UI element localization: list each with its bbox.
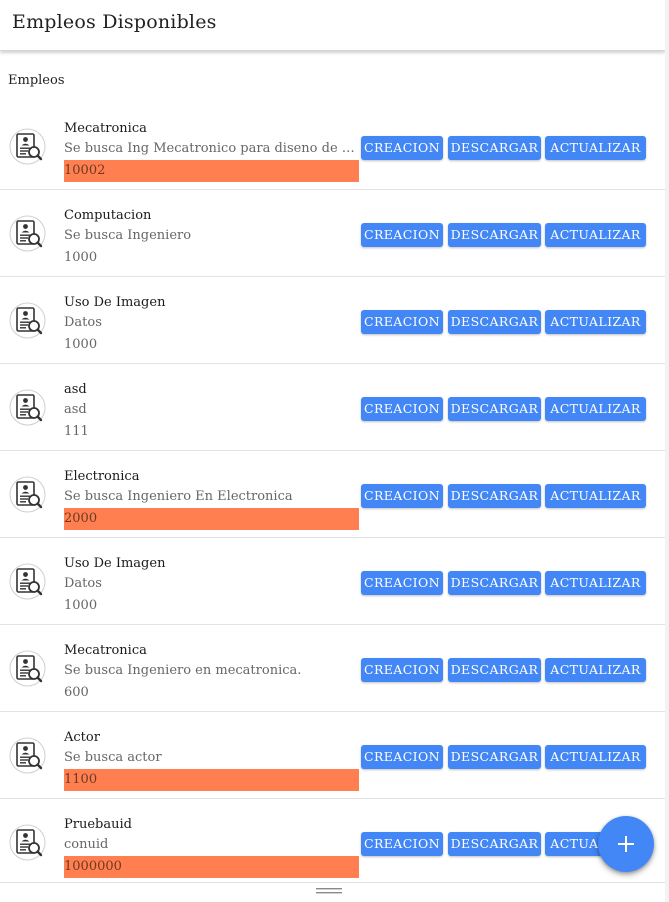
job-title: Electronica — [64, 469, 140, 484]
creacion-button[interactable]: CREACION — [361, 223, 443, 247]
list-item[interactable]: Actor Se busca actor 1100 CREACION DESCA… — [0, 712, 665, 799]
creacion-button[interactable]: CREACION — [361, 136, 443, 160]
actualizar-button[interactable]: ACTUALIZAR — [545, 397, 646, 421]
list-item[interactable]: Uso De Imagen Datos 1000 CREACION DESCAR… — [0, 538, 665, 625]
job-salary: 2000 — [64, 508, 359, 530]
job-description: conuid — [64, 837, 109, 852]
job-description: Datos — [64, 315, 102, 330]
bottom-drag-bar[interactable] — [0, 882, 665, 902]
job-description: Se busca Ingeniero — [64, 228, 192, 243]
descargar-button[interactable]: DESCARGAR — [448, 223, 541, 247]
job-list: Mecatronica Se busca Ing Mecatronico par… — [0, 103, 665, 882]
actualizar-button[interactable]: ACTUALIZAR — [545, 136, 646, 160]
job-text: Computacion Se busca Ingeniero 1000 — [64, 206, 359, 269]
job-title: asd — [64, 382, 87, 397]
drag-handle-icon[interactable] — [316, 888, 342, 894]
page-title: Empleos Disponibles — [12, 11, 217, 33]
job-list-content: Empleos Mecatronica Se busca Ing Mecatro… — [0, 52, 665, 882]
job-description: Se busca actor — [64, 750, 162, 765]
job-text: Uso De Imagen Datos 1000 — [64, 554, 359, 617]
job-salary: 1100 — [64, 769, 359, 791]
descargar-button[interactable]: DESCARGAR — [448, 658, 541, 682]
list-item[interactable]: Mecatronica Se busca Ing Mecatronico par… — [0, 103, 665, 190]
job-title: Mecatronica — [64, 121, 147, 136]
app-bar: Empleos Disponibles — [0, 0, 665, 51]
job-search-document-icon — [9, 824, 46, 861]
descargar-button[interactable]: DESCARGAR — [448, 571, 541, 595]
job-text: asd asd 111 — [64, 380, 359, 443]
section-label: Empleos — [8, 73, 65, 88]
job-search-document-icon — [9, 563, 46, 600]
creacion-button[interactable]: CREACION — [361, 658, 443, 682]
job-salary: 1000 — [64, 250, 98, 265]
list-item[interactable]: asd asd 111 CREACION DESCARGAR ACTUALIZA… — [0, 364, 665, 451]
actualizar-button[interactable]: ACTUALIZAR — [545, 658, 646, 682]
job-search-document-icon — [9, 215, 46, 252]
actualizar-button[interactable]: ACTUALIZAR — [545, 310, 646, 334]
actualizar-button[interactable]: ACTUALIZAR — [545, 223, 646, 247]
job-title: Computacion — [64, 208, 152, 223]
job-search-document-icon — [9, 650, 46, 687]
job-search-document-icon — [9, 302, 46, 339]
job-title: Pruebauid — [64, 817, 132, 832]
list-item[interactable]: Pruebauid conuid 1000000 CREACION DESCAR… — [0, 799, 665, 882]
list-item[interactable]: Mecatronica Se busca Ingeniero en mecatr… — [0, 625, 665, 712]
job-description: Datos — [64, 576, 102, 591]
job-text: Mecatronica Se busca Ingeniero en mecatr… — [64, 641, 359, 704]
job-title: Uso De Imagen — [64, 556, 166, 571]
job-salary: 1000000 — [64, 856, 359, 878]
descargar-button[interactable]: DESCARGAR — [448, 745, 541, 769]
job-description: asd — [64, 402, 87, 417]
list-item[interactable]: Computacion Se busca Ingeniero 1000 CREA… — [0, 190, 665, 277]
job-title: Uso De Imagen — [64, 295, 166, 310]
list-item[interactable]: Uso De Imagen Datos 1000 CREACION DESCAR… — [0, 277, 665, 364]
job-description: Se busca Ing Mecatronico para diseno de … — [64, 141, 359, 156]
creacion-button[interactable]: CREACION — [361, 397, 443, 421]
descargar-button[interactable]: DESCARGAR — [448, 832, 541, 856]
job-search-document-icon — [9, 128, 46, 165]
job-title: Actor — [64, 730, 100, 745]
job-salary: 1000 — [64, 337, 98, 352]
creacion-button[interactable]: CREACION — [361, 745, 443, 769]
job-text: Electronica Se busca Ingeniero En Electr… — [64, 467, 359, 530]
creacion-button[interactable]: CREACION — [361, 571, 443, 595]
job-salary: 111 — [64, 424, 89, 439]
job-salary: 10002 — [64, 160, 359, 182]
creacion-button[interactable]: CREACION — [361, 310, 443, 334]
job-text: Uso De Imagen Datos 1000 — [64, 293, 359, 356]
list-item[interactable]: Electronica Se busca Ingeniero En Electr… — [0, 451, 665, 538]
actualizar-button[interactable]: ACTUALIZAR — [545, 484, 646, 508]
plus-icon — [618, 836, 634, 852]
descargar-button[interactable]: DESCARGAR — [448, 397, 541, 421]
creacion-button[interactable]: CREACION — [361, 832, 443, 856]
descargar-button[interactable]: DESCARGAR — [448, 484, 541, 508]
descargar-button[interactable]: DESCARGAR — [448, 310, 541, 334]
actualizar-button[interactable]: ACTUALIZAR — [545, 745, 646, 769]
job-title: Mecatronica — [64, 643, 147, 658]
actualizar-button[interactable]: ACTUALIZAR — [545, 571, 646, 595]
job-salary: 1000 — [64, 598, 98, 613]
scrollbar-track[interactable] — [665, 0, 669, 902]
add-job-button[interactable] — [598, 816, 654, 872]
descargar-button[interactable]: DESCARGAR — [448, 136, 541, 160]
job-text: Mecatronica Se busca Ing Mecatronico par… — [64, 119, 359, 182]
job-description: Se busca Ingeniero En Electronica — [64, 489, 293, 504]
job-text: Actor Se busca actor 1100 — [64, 728, 359, 791]
job-text: Pruebauid conuid 1000000 — [64, 815, 359, 878]
job-search-document-icon — [9, 476, 46, 513]
job-search-document-icon — [9, 389, 46, 426]
job-salary: 600 — [64, 685, 89, 700]
job-search-document-icon — [9, 737, 46, 774]
creacion-button[interactable]: CREACION — [361, 484, 443, 508]
job-description: Se busca Ingeniero en mecatronica. — [64, 663, 302, 678]
